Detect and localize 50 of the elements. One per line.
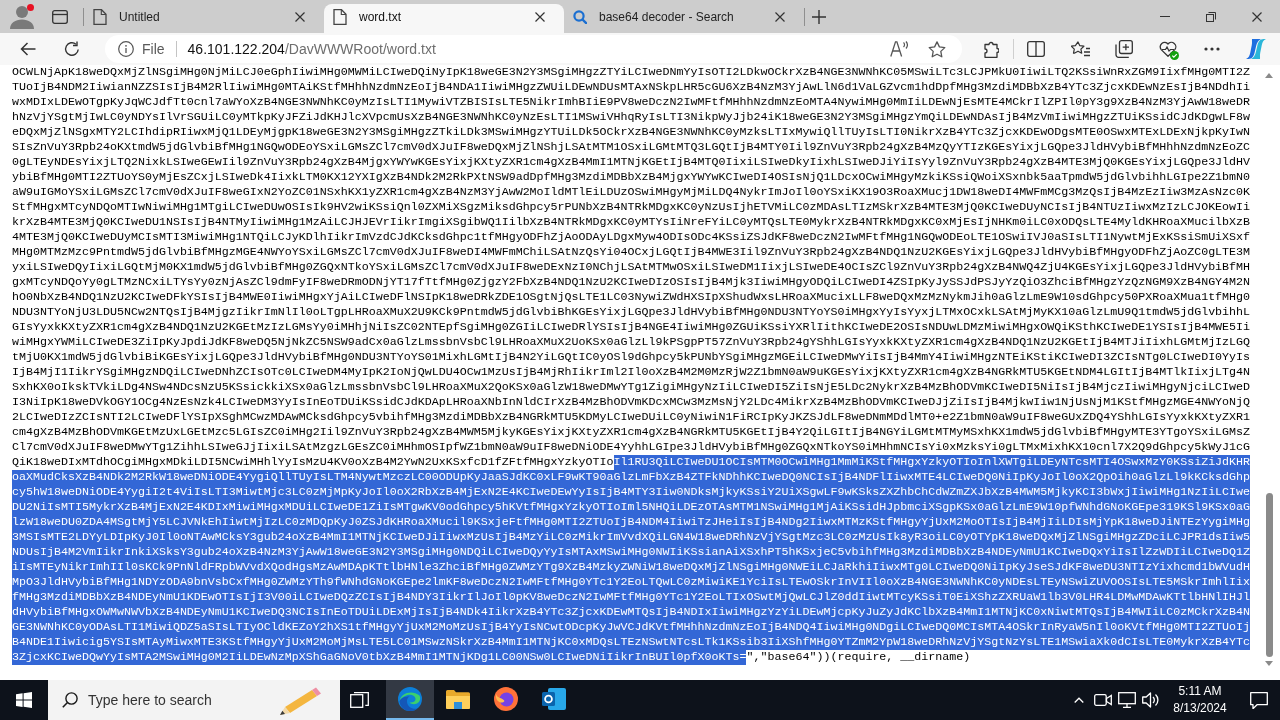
read-aloud-icon[interactable] [890, 41, 908, 57]
restore-icon[interactable] [1206, 11, 1216, 22]
clock-date: 8/13/2024 [1173, 700, 1227, 717]
back-arrow-icon[interactable] [20, 42, 36, 56]
close-icon[interactable] [1252, 11, 1262, 22]
tab[interactable]: base64 decoder - Search [564, 4, 804, 33]
page-icon [333, 8, 347, 25]
tab[interactable]: word.txt [324, 4, 564, 33]
scroll-up-arrow-icon[interactable] [1265, 73, 1273, 78]
pencil-icon [278, 685, 322, 716]
start-icon[interactable] [16, 692, 32, 708]
notification-icon[interactable] [1250, 691, 1268, 709]
favorites-icon[interactable] [1070, 41, 1090, 57]
scroll-down-arrow-icon[interactable] [1265, 661, 1273, 666]
puzzle-icon[interactable] [983, 40, 999, 58]
split-screen-icon[interactable] [1027, 41, 1045, 57]
globe-app-icon [494, 687, 518, 711]
close-icon[interactable] [295, 11, 305, 22]
tab[interactable]: Untitled [84, 4, 324, 33]
info-icon [118, 41, 134, 57]
new-tab-icon[interactable] [811, 9, 826, 24]
page-icon [93, 8, 107, 25]
mail-app-icon [542, 688, 566, 710]
swirl-icon[interactable] [1244, 38, 1267, 60]
more-icon[interactable] [1204, 47, 1220, 51]
tab-actions-icon[interactable] [52, 9, 68, 24]
address-bar[interactable]: File 46.101.122.204/DavWWWRoot/word.txt [105, 35, 962, 63]
search-icon [62, 692, 78, 708]
close-icon[interactable] [775, 11, 785, 22]
folder-icon [446, 689, 470, 709]
avatar-icon[interactable] [10, 4, 34, 29]
search-field[interactable]: Type here to search [48, 680, 340, 720]
camera-icon[interactable] [1094, 694, 1112, 706]
site-info-button[interactable]: File [118, 38, 165, 60]
chevron-up-icon[interactable] [1074, 697, 1084, 703]
close-icon[interactable] [535, 11, 545, 22]
alert-dot-icon [27, 4, 34, 11]
star-icon[interactable] [928, 40, 946, 58]
scrollbar-thumb[interactable] [1265, 493, 1273, 657]
speaker-icon[interactable] [1141, 692, 1159, 708]
monitor-icon[interactable] [1117, 692, 1136, 708]
search-icon [573, 9, 587, 24]
heart-pulse-icon[interactable] [1159, 41, 1177, 57]
task-view-icon[interactable] [349, 692, 369, 708]
clock-time: 5:11 AM [1178, 683, 1222, 700]
check-badge-icon [1170, 51, 1179, 60]
refresh-icon[interactable] [64, 41, 80, 57]
browser-app-icon [398, 687, 422, 711]
collections-icon[interactable] [1115, 40, 1133, 58]
taskbar-button[interactable] [386, 680, 434, 720]
